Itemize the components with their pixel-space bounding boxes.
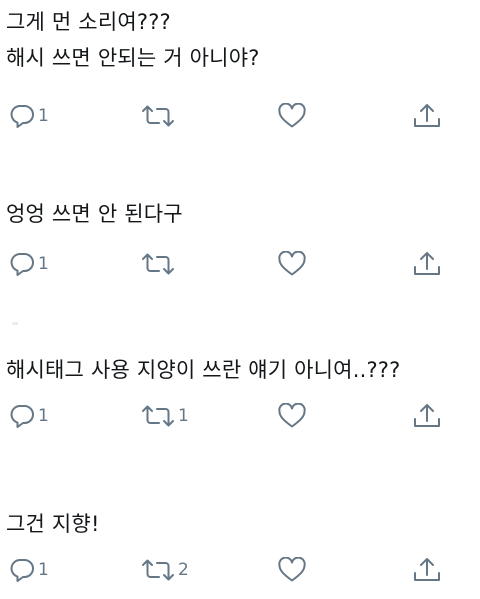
tweet-text-line: 그게 먼 소리여???	[6, 10, 171, 34]
tweet-text-line: 해시태그 사용 지양이 쓰란 얘기 아니여..???	[6, 358, 401, 382]
tweet: 그게 먼 소리여??? 해시 쓰면 안되는 거 아니야? 1	[0, 0, 480, 140]
heart-icon	[277, 403, 307, 429]
reply-button[interactable]: 1	[8, 400, 49, 432]
like-button[interactable]	[277, 100, 307, 132]
divider	[12, 322, 18, 325]
reply-icon	[8, 251, 36, 277]
share-button[interactable]	[412, 400, 442, 432]
reply-button[interactable]: 1	[8, 554, 49, 586]
share-icon	[412, 102, 442, 130]
share-icon	[412, 556, 442, 584]
reply-count: 1	[38, 254, 49, 274]
share-icon	[412, 250, 442, 278]
heart-icon	[277, 103, 307, 129]
heart-icon	[277, 557, 307, 583]
retweet-icon	[140, 403, 176, 429]
reply-count: 1	[38, 560, 49, 580]
tweet: 해시태그 사용 지양이 쓰란 얘기 아니여..??? 1 1	[0, 348, 480, 458]
reply-icon	[8, 103, 36, 129]
retweet-count: 2	[178, 560, 189, 580]
tweet: 엉엉 쓰면 안 된다구 1	[0, 190, 480, 300]
tweet-text-line: 그건 지향!	[6, 512, 100, 536]
reply-button[interactable]: 1	[8, 248, 49, 280]
retweet-icon	[140, 251, 176, 277]
retweet-button[interactable]	[140, 248, 178, 280]
retweet-button[interactable]: 2	[140, 554, 189, 586]
retweet-button[interactable]	[140, 100, 178, 132]
tweet: 그건 지향! 1 2	[0, 504, 480, 599]
reply-icon	[8, 403, 36, 429]
reply-count: 1	[38, 406, 49, 426]
share-button[interactable]	[412, 248, 442, 280]
retweet-button[interactable]: 1	[140, 400, 189, 432]
share-button[interactable]	[412, 100, 442, 132]
retweet-icon	[140, 557, 176, 583]
tweet-text-line: 해시 쓰면 안되는 거 아니야?	[6, 46, 260, 70]
retweet-count: 1	[178, 406, 189, 426]
share-button[interactable]	[412, 554, 442, 586]
reply-icon	[8, 557, 36, 583]
heart-icon	[277, 251, 307, 277]
like-button[interactable]	[277, 400, 307, 432]
like-button[interactable]	[277, 248, 307, 280]
like-button[interactable]	[277, 554, 307, 586]
share-icon	[412, 402, 442, 430]
reply-count: 1	[38, 106, 49, 126]
retweet-icon	[140, 103, 176, 129]
reply-button[interactable]: 1	[8, 100, 49, 132]
tweet-text-line: 엉엉 쓰면 안 된다구	[6, 202, 183, 226]
